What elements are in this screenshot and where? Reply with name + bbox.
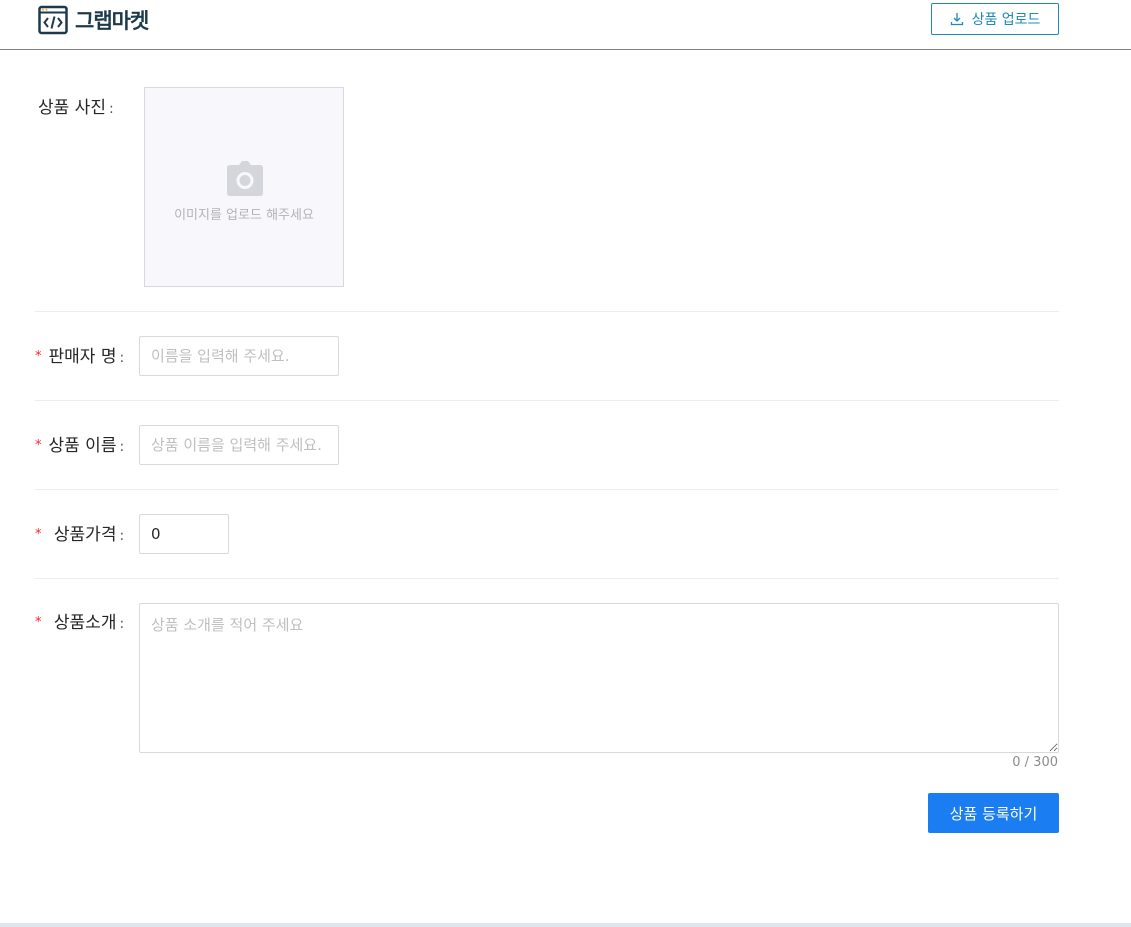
colon: : (108, 101, 114, 117)
divider (35, 489, 1059, 490)
divider (35, 578, 1059, 579)
seller-label: * 판매자 명: (35, 342, 124, 367)
colon: : (119, 616, 125, 632)
seller-label-text: 판매자 명 (48, 347, 117, 367)
logo[interactable]: 그랩마켓 (38, 5, 149, 35)
colon: : (119, 350, 125, 366)
photo-label: 상품 사진: (38, 93, 114, 118)
character-counter: 0 / 300 (1012, 755, 1058, 770)
upload-hint: 이미지를 업로드 해주세요 (174, 208, 314, 223)
product-upload-button-label: 상품 업로드 (971, 12, 1041, 28)
price-label: * 상품가격: (35, 520, 124, 545)
divider (35, 311, 1059, 312)
price-input[interactable] (139, 514, 229, 554)
logo-text: 그랩마켓 (75, 9, 149, 33)
download-icon (950, 13, 963, 26)
required-mark: * (35, 438, 42, 453)
price-label-text: 상품가격 (53, 525, 117, 545)
photo-label-text: 상품 사진 (38, 98, 106, 118)
product-name-label: * 상품 이름: (35, 431, 124, 456)
required-mark: * (35, 349, 42, 364)
code-window-icon (38, 5, 68, 35)
description-label: * 상품소개: (35, 608, 124, 633)
seller-name-input[interactable] (139, 336, 339, 376)
required-mark: * (35, 615, 42, 630)
product-name-input[interactable] (139, 425, 339, 465)
required-mark: * (35, 527, 42, 542)
divider (35, 400, 1059, 401)
header: 그랩마켓 상품 업로드 (0, 0, 1131, 50)
product-name-label-text: 상품 이름 (48, 436, 117, 456)
submit-product-button[interactable]: 상품 등록하기 (928, 793, 1059, 833)
camera-icon (227, 161, 263, 196)
colon: : (119, 439, 125, 455)
footer-border (0, 923, 1131, 927)
colon: : (119, 528, 125, 544)
image-upload-area[interactable]: 이미지를 업로드 해주세요 (144, 87, 344, 287)
description-label-text: 상품소개 (53, 613, 117, 633)
description-textarea[interactable] (139, 603, 1059, 753)
product-upload-button[interactable]: 상품 업로드 (931, 3, 1059, 35)
